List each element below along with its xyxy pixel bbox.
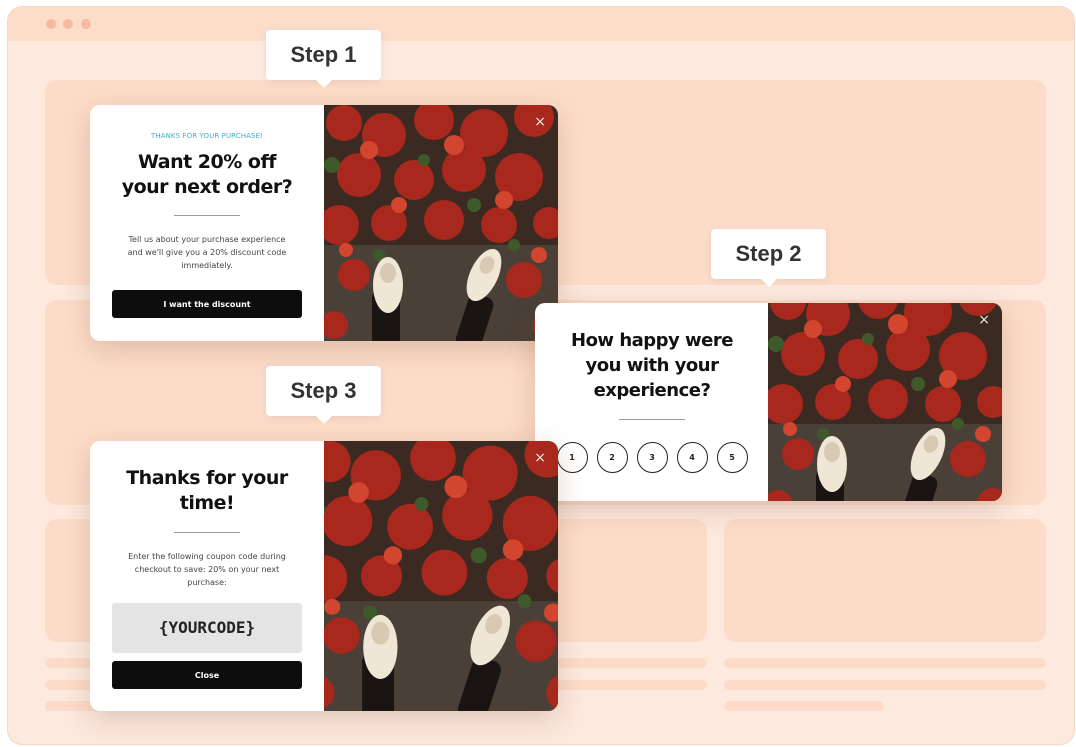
rating-button-3[interactable]: 3 bbox=[636, 442, 668, 473]
popup-eyebrow: THANKS FOR YOUR PURCHASE! bbox=[150, 132, 264, 140]
popup-body-text: Tell us about your purchase experience a… bbox=[90, 233, 324, 272]
popup-headline-line: How happy were bbox=[571, 330, 733, 351]
step-3-label: Step 3 bbox=[266, 366, 381, 424]
popup-body-line: immediately. bbox=[181, 261, 233, 270]
close-icon[interactable]: × bbox=[534, 115, 546, 129]
autumn-leaves-photo bbox=[324, 441, 558, 711]
popup-step-2: How happy were you with your experience?… bbox=[535, 303, 1002, 501]
rating-scale: 1 2 3 4 5 bbox=[535, 442, 769, 473]
popup-divider bbox=[619, 419, 685, 420]
text-line-placeholder bbox=[724, 658, 1046, 668]
popup-body-text: Enter the following coupon code during c… bbox=[90, 550, 324, 589]
popup-step-2-content: How happy were you with your experience?… bbox=[535, 303, 769, 501]
discount-button[interactable]: I want the discount bbox=[112, 290, 302, 318]
rating-button-1[interactable]: 1 bbox=[556, 442, 588, 473]
autumn-leaves-photo bbox=[768, 303, 1002, 501]
autumn-leaves-sneakers-image bbox=[324, 441, 558, 711]
popup-headline-line: you with your bbox=[585, 355, 719, 376]
text-line-placeholder bbox=[724, 701, 884, 711]
popup-body-line: Enter the following coupon code during bbox=[128, 552, 286, 561]
close-icon[interactable]: × bbox=[534, 451, 546, 465]
popup-headline-line: Thanks for your bbox=[126, 467, 288, 489]
rating-button-2[interactable]: 2 bbox=[596, 442, 628, 473]
popup-body-line: and we'll give you a 20% discount code bbox=[127, 248, 287, 257]
content-placeholder-bottom-right bbox=[724, 519, 1046, 642]
rating-button-5[interactable]: 5 bbox=[716, 442, 748, 473]
close-icon[interactable]: × bbox=[978, 313, 990, 327]
coupon-code-box: {YOURCODE} bbox=[112, 603, 302, 653]
autumn-leaves-sneakers-image bbox=[768, 303, 1002, 501]
popup-headline-line: Want 20% off bbox=[137, 151, 277, 173]
popup-step-1: THANKS FOR YOUR PURCHASE! Want 20% off y… bbox=[90, 105, 558, 341]
popup-body-line: purchase: bbox=[187, 578, 227, 587]
popup-step-1-content: THANKS FOR YOUR PURCHASE! Want 20% off y… bbox=[90, 105, 324, 341]
popup-body-line: checkout to save: 20% on your next bbox=[134, 565, 280, 574]
text-line-placeholder bbox=[724, 680, 1046, 690]
close-button[interactable]: Close bbox=[112, 661, 302, 689]
popup-step-3: Thanks for your time! Enter the followin… bbox=[90, 441, 558, 711]
popup-step-3-content: Thanks for your time! Enter the followin… bbox=[90, 441, 324, 711]
popup-headline-line: your next order? bbox=[121, 176, 293, 198]
autumn-leaves-sneakers-image bbox=[324, 105, 558, 341]
popup-headline: Want 20% off your next order? bbox=[90, 150, 324, 200]
window-close-dot-icon[interactable] bbox=[46, 19, 56, 29]
step-2-label: Step 2 bbox=[711, 229, 826, 287]
popup-headline-line: experience? bbox=[593, 380, 711, 401]
popup-divider bbox=[174, 215, 240, 216]
browser-titlebar bbox=[8, 7, 1074, 41]
popup-headline: How happy were you with your experience? bbox=[535, 328, 769, 403]
popup-divider bbox=[174, 532, 240, 533]
popup-headline-line: time! bbox=[179, 492, 235, 514]
autumn-leaves-photo bbox=[324, 105, 558, 341]
rating-button-4[interactable]: 4 bbox=[676, 442, 708, 473]
popup-headline: Thanks for your time! bbox=[90, 466, 324, 516]
popup-body-line: Tell us about your purchase experience bbox=[128, 235, 286, 244]
step-1-label: Step 1 bbox=[266, 30, 381, 88]
window-maximize-dot-icon[interactable] bbox=[81, 19, 91, 29]
window-minimize-dot-icon[interactable] bbox=[63, 19, 73, 29]
